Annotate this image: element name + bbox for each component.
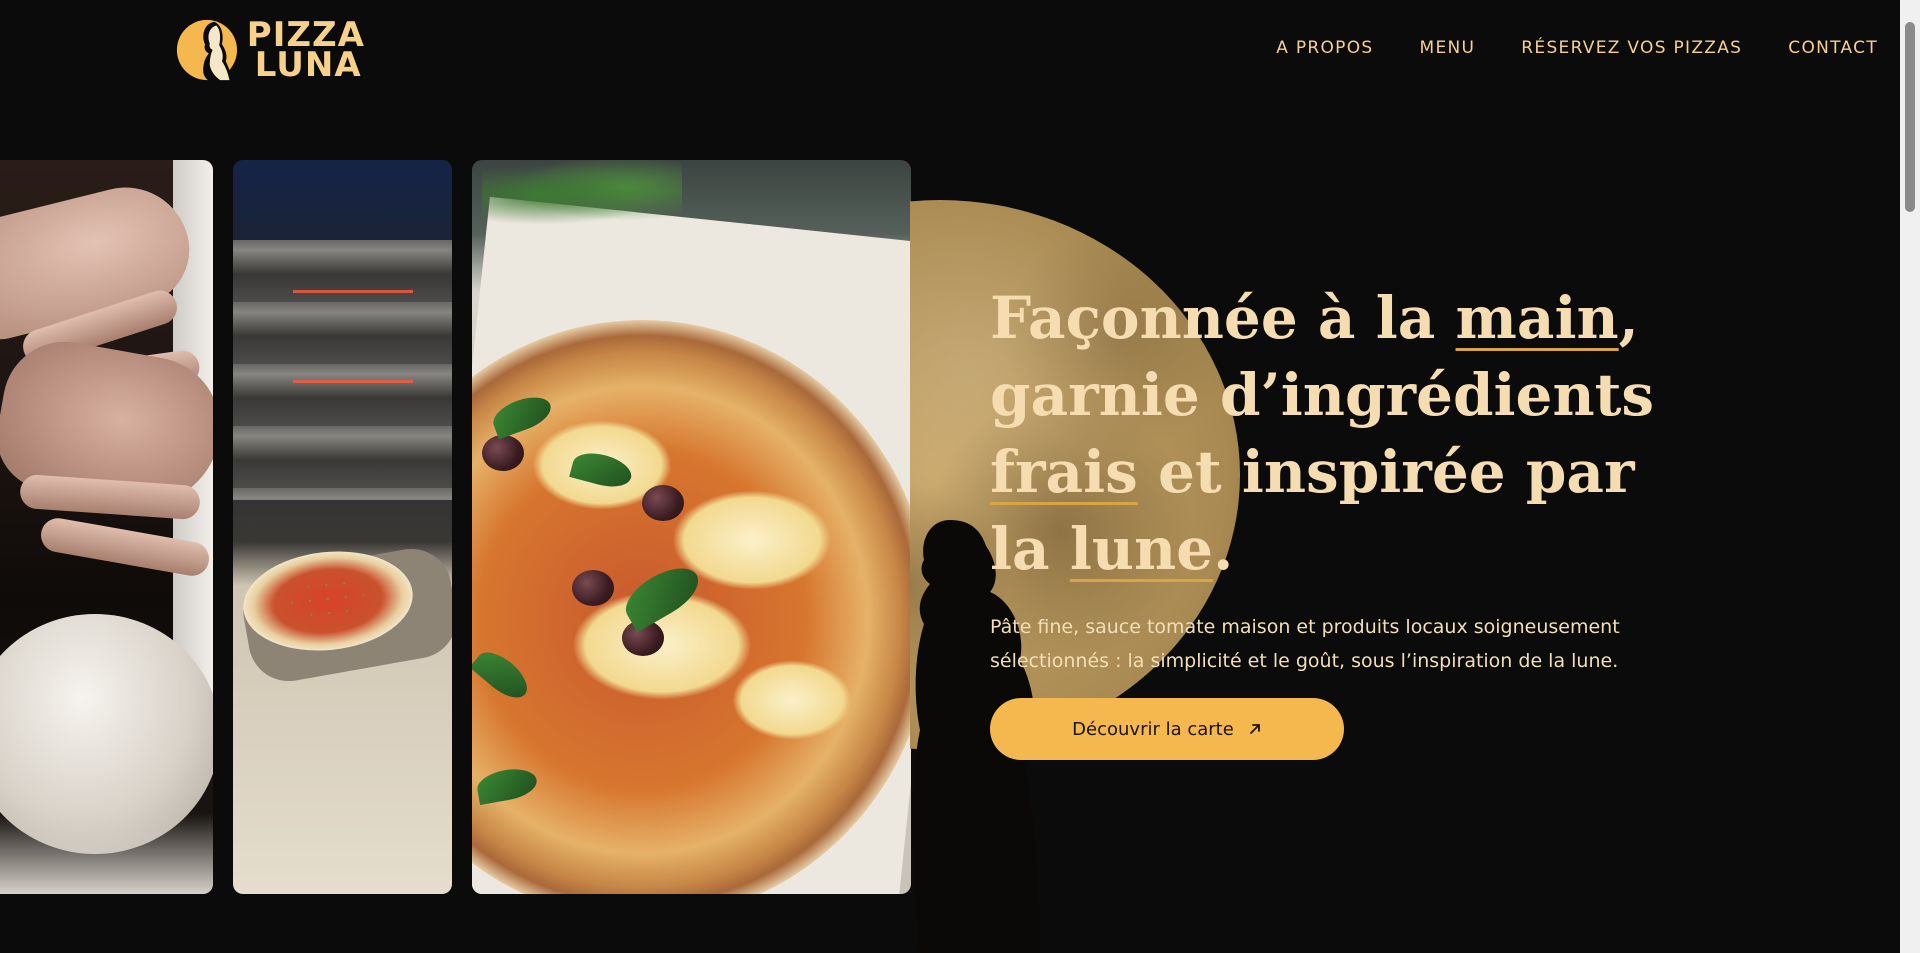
logo-line-2: LUNA — [254, 45, 362, 85]
hero-title: Façonnée à la main, garnie d’ingrédients… — [990, 280, 1710, 588]
hero-title-highlight-main: main — [1455, 284, 1619, 352]
logo-wordmark: PIZZA LUNA — [247, 18, 365, 85]
hero-title-highlight-lune: lune — [1069, 515, 1214, 583]
hero-title-part-4: . — [1213, 515, 1234, 583]
gallery-image-oven — [233, 160, 452, 894]
nav-item-booking: RÉSERVEZ VOS PIZZAS — [1521, 38, 1742, 58]
discover-menu-label: Découvrir la carte — [1072, 718, 1234, 740]
hero-title-part-1: Façonnée à la — [990, 284, 1456, 352]
hero-description: Pâte fine, sauce tomate maison et produi… — [990, 616, 1620, 672]
nav-link-booking[interactable]: RÉSERVEZ VOS PIZZAS — [1521, 38, 1742, 58]
site-header: PIZZA LUNA A PROPOS MENU RÉSERVEZ VOS PI… — [0, 0, 1900, 100]
discover-menu-button[interactable]: Découvrir la carte — [990, 698, 1344, 760]
nav-link-about[interactable]: A PROPOS — [1276, 38, 1373, 58]
gallery-image-dough — [0, 160, 213, 894]
hero-title-highlight-frais: frais — [990, 438, 1138, 506]
nav-link-contact[interactable]: CONTACT — [1788, 38, 1878, 58]
hero-section: Façonnée à la main, garnie d’ingrédients… — [990, 280, 1710, 760]
nav-item-menu: MENU — [1420, 38, 1476, 58]
nav-link-menu[interactable]: MENU — [1420, 38, 1476, 58]
nav-item-contact: CONTACT — [1788, 38, 1878, 58]
page-scrollbar[interactable] — [1900, 0, 1920, 953]
arrow-up-right-icon — [1249, 724, 1260, 734]
main-nav: A PROPOS MENU RÉSERVEZ VOS PIZZAS CONTAC… — [1276, 38, 1878, 58]
scrollbar-thumb[interactable] — [1905, 22, 1915, 212]
moon-woman-logo-icon — [176, 19, 238, 84]
logo-link[interactable]: PIZZA LUNA — [175, 12, 365, 88]
nav-item-about: A PROPOS — [1276, 38, 1373, 58]
